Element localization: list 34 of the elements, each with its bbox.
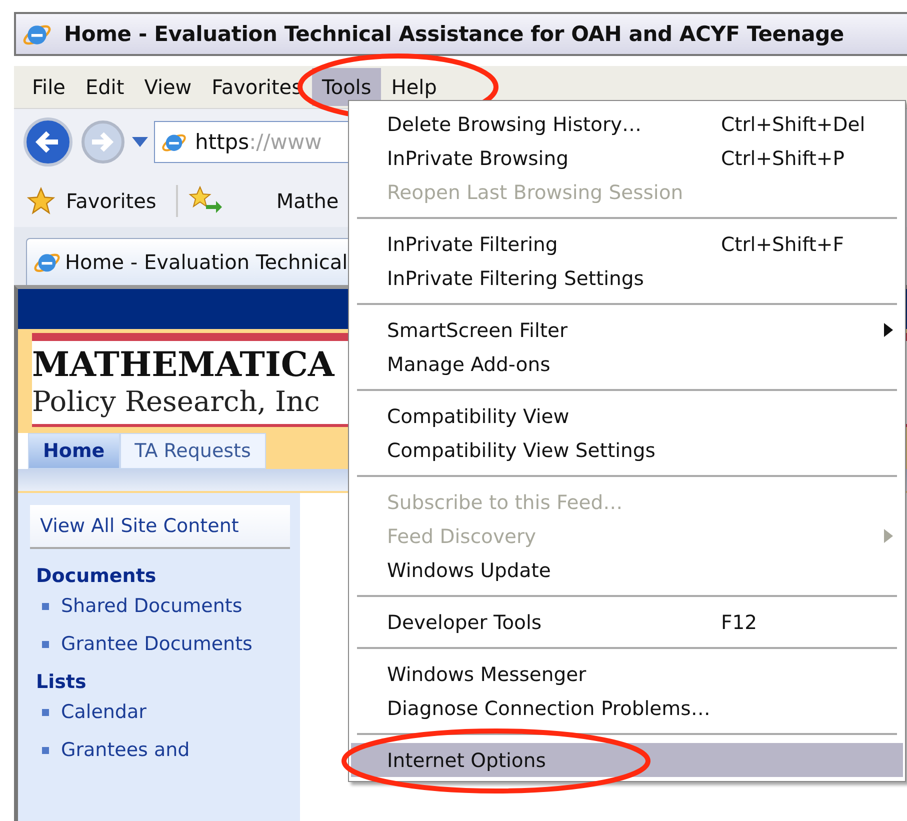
section-heading[interactable]: Documents xyxy=(36,565,300,587)
bullet-icon xyxy=(42,708,49,716)
favorite-link[interactable]: Mathe xyxy=(276,189,339,213)
submenu-arrow-icon xyxy=(884,323,893,337)
site-nav-tab[interactable]: TA Requests xyxy=(120,433,266,469)
logo-subtitle: Policy Research, Inc xyxy=(32,385,320,418)
menu-entry[interactable]: Compatibility View xyxy=(351,399,903,433)
menu-entry[interactable]: Windows Messenger xyxy=(351,657,903,691)
dropdown-caret-icon[interactable] xyxy=(132,137,148,147)
quick-launch-link[interactable]: Shared Documents xyxy=(61,595,242,617)
quick-launch-link[interactable]: Grantees and xyxy=(61,739,190,761)
bullet-icon xyxy=(42,602,49,610)
quick-launch-link[interactable]: Grantee Documents xyxy=(61,633,252,655)
menu-entry[interactable]: Windows Update xyxy=(351,553,903,587)
star-icon xyxy=(26,186,56,216)
menu-entry[interactable]: Developer Tools F12 xyxy=(351,605,903,639)
menu-item[interactable]: Edit xyxy=(75,68,134,106)
favorites-label[interactable]: Favorites xyxy=(66,189,156,213)
logo-name: MATHEMATICA xyxy=(32,345,334,385)
section-heading[interactable]: Lists xyxy=(36,671,300,693)
site-nav-tab[interactable]: Home xyxy=(28,433,120,469)
menu-item[interactable]: View xyxy=(134,68,202,106)
quick-launch-link[interactable]: Calendar xyxy=(61,701,146,723)
bullet-icon xyxy=(42,746,49,754)
menu-entry[interactable]: Manage Add-ons xyxy=(351,347,903,381)
menu-entry[interactable]: SmartScreen Filter xyxy=(351,313,903,347)
bullet-icon xyxy=(42,640,49,648)
menu-entry[interactable]: Internet Options xyxy=(351,743,903,777)
submenu-arrow-icon xyxy=(884,529,893,543)
window-title: Home - Evaluation Technical Assistance for OAH and ACYF Teenage xyxy=(64,22,844,46)
menu-entry[interactable]: Compatibility View Settings xyxy=(351,433,903,467)
menu-entry[interactable]: Diagnose Connection Problems… xyxy=(351,691,903,725)
view-all-link[interactable]: View All Site Content xyxy=(30,505,290,549)
menu-item[interactable]: File xyxy=(22,68,76,106)
